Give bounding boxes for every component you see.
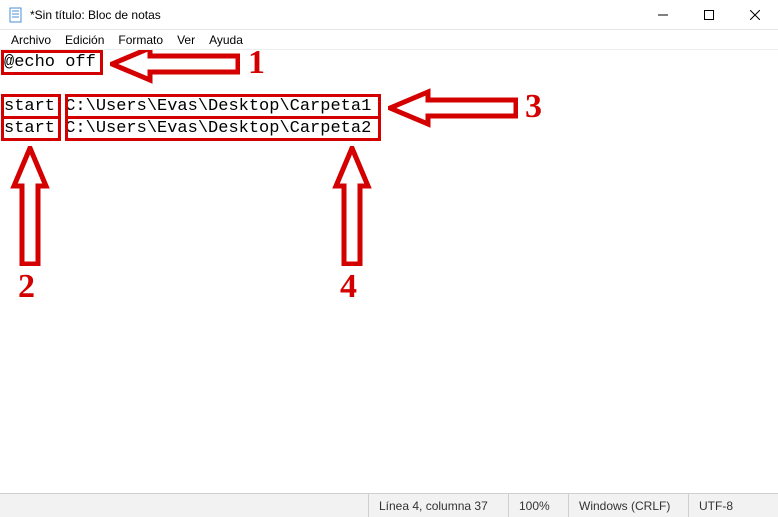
maximize-button[interactable] [686,0,732,30]
minimize-button[interactable] [640,0,686,30]
status-empty [0,494,368,517]
status-zoom: 100% [508,494,568,517]
menu-help[interactable]: Ayuda [202,31,250,49]
notepad-icon [8,7,24,23]
title-bar: *Sin título: Bloc de notas [0,0,778,30]
menu-file[interactable]: Archivo [4,31,58,49]
menu-format[interactable]: Formato [111,31,170,49]
menu-edit[interactable]: Edición [58,31,111,49]
status-eol: Windows (CRLF) [568,494,688,517]
notepad-window: *Sin título: Bloc de notas Archivo Edici… [0,0,778,517]
window-title: *Sin título: Bloc de notas [30,8,161,22]
close-button[interactable] [732,0,778,30]
menu-bar: Archivo Edición Formato Ver Ayuda [0,30,778,50]
status-bar: Línea 4, columna 37 100% Windows (CRLF) … [0,493,778,517]
editor-text[interactable]: @echo off start C:\Users\Evas\Desktop\Ca… [4,52,774,140]
menu-view[interactable]: Ver [170,31,202,49]
status-encoding: UTF-8 [688,494,778,517]
status-position: Línea 4, columna 37 [368,494,508,517]
editor-area[interactable]: @echo off start C:\Users\Evas\Desktop\Ca… [0,50,778,493]
